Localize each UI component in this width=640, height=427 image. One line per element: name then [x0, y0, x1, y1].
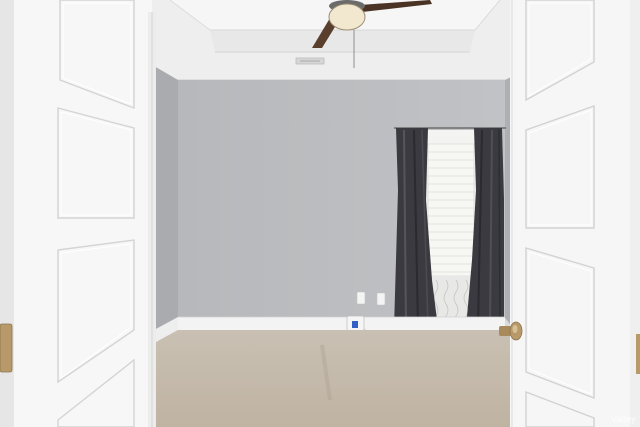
left-wall — [154, 66, 178, 342]
watermark-logo: Valley — [610, 414, 636, 424]
hinge-icon — [636, 334, 640, 374]
carpet-floor — [156, 330, 515, 427]
hinge-icon — [0, 323, 13, 373]
left-door[interactable] — [0, 0, 156, 427]
vent-icon — [295, 57, 325, 65]
bedroom-photo: Valley — [0, 0, 640, 427]
room-illustration — [0, 0, 640, 427]
right-door[interactable] — [510, 0, 640, 427]
